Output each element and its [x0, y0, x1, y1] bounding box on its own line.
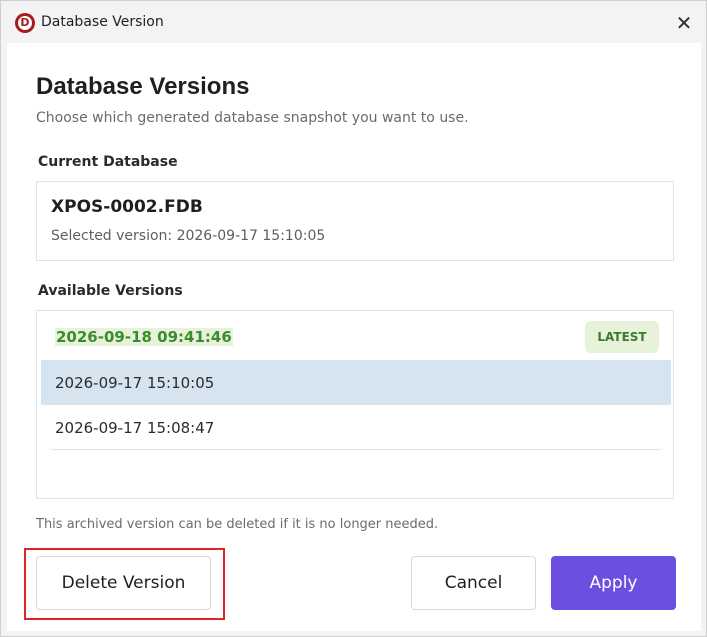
dialog-window: D Database Version ✕ Database Versions C…	[0, 0, 707, 637]
app-logo-letter: D	[18, 16, 32, 30]
latest-badge: LATEST	[585, 321, 659, 353]
app-logo-icon: D	[15, 13, 35, 33]
database-filename: XPOS-0002.FDB	[51, 197, 203, 217]
version-item-latest[interactable]: 2026-09-18 09:41:46 LATEST	[41, 315, 671, 360]
version-item-selected[interactable]: 2026-09-17 15:10:05	[41, 360, 671, 405]
page-title: Database Versions	[36, 73, 250, 100]
available-versions-label: Available Versions	[38, 283, 183, 299]
version-item[interactable]: 2026-09-17 15:08:47	[41, 405, 671, 450]
version-timestamp: 2026-09-17 15:08:47	[55, 419, 215, 437]
page-subtitle: Choose which generated database snapshot…	[36, 110, 469, 126]
window-title: Database Version	[41, 14, 164, 30]
version-timestamp: 2026-09-18 09:41:46	[55, 328, 233, 346]
apply-button[interactable]: Apply	[551, 556, 676, 610]
close-icon[interactable]: ✕	[665, 7, 703, 39]
selected-version-text: Selected version: 2026-09-17 15:10:05	[51, 228, 326, 244]
cancel-button[interactable]: Cancel	[411, 556, 536, 610]
delete-version-button[interactable]: Delete Version	[36, 556, 211, 610]
version-timestamp: 2026-09-17 15:10:05	[55, 374, 215, 392]
list-divider	[51, 449, 661, 450]
current-database-panel: XPOS-0002.FDB Selected version: 2026-09-…	[36, 181, 674, 261]
dialog-content: Database Versions Choose which generated…	[7, 43, 701, 631]
delete-hint-text: This archived version can be deleted if …	[36, 517, 439, 532]
versions-list: 2026-09-18 09:41:46 LATEST 2026-09-17 15…	[36, 310, 674, 499]
title-bar: D Database Version ✕	[1, 1, 706, 43]
current-database-label: Current Database	[38, 154, 178, 170]
